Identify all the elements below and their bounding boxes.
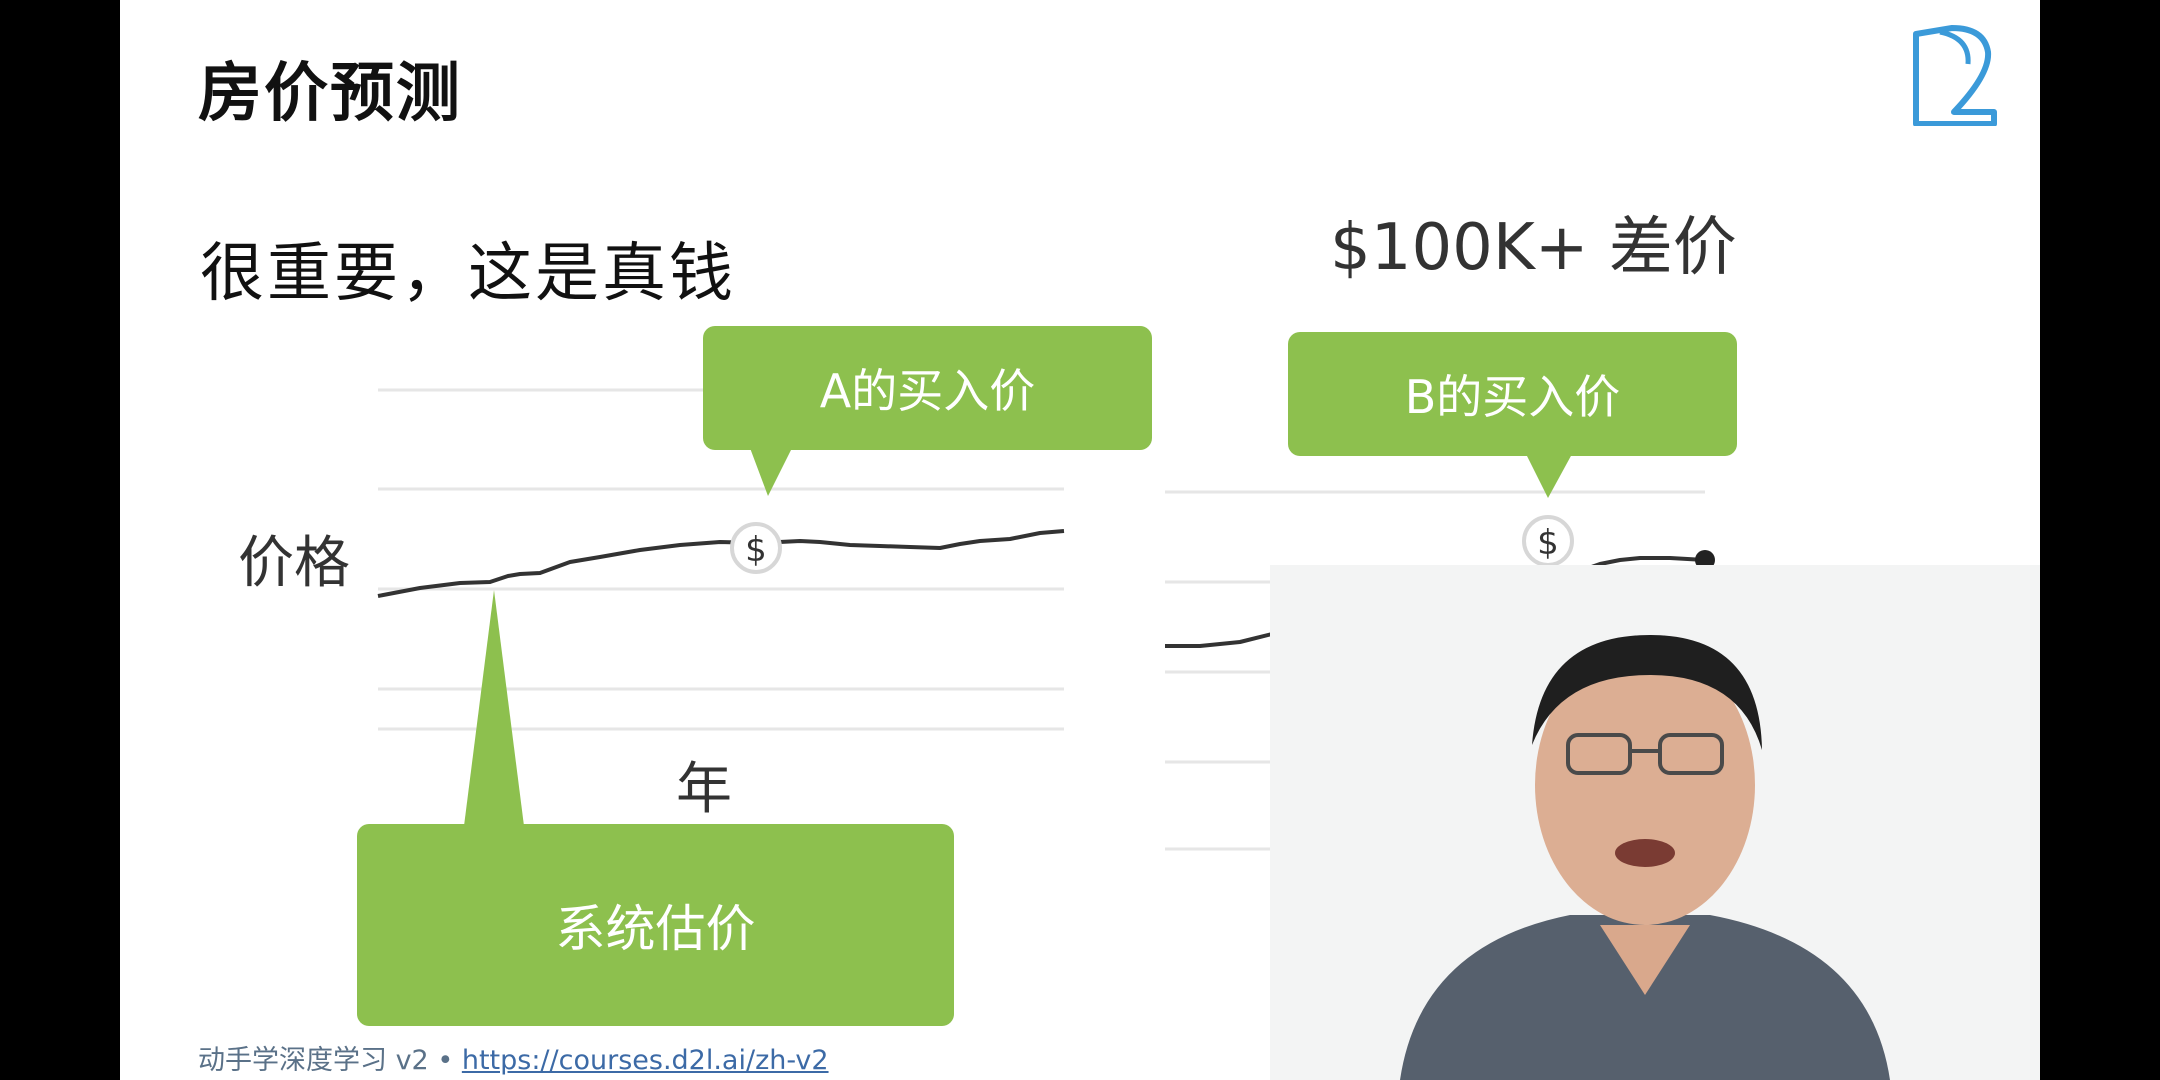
presenter-mouth	[1615, 839, 1675, 867]
svg-text:$: $	[745, 530, 767, 570]
callout-a-purchase-price: A的买入价	[703, 326, 1152, 450]
callout-system-estimate: 系统估价	[357, 824, 954, 1026]
callout-system-tail	[464, 590, 524, 826]
footer-course: 动手学深度学习 v2	[198, 1045, 429, 1076]
svg-text:$: $	[1537, 523, 1559, 563]
page-title: 房价预测	[198, 57, 462, 131]
footer-separator: •	[428, 1045, 462, 1076]
left-price-line	[377, 529, 1065, 598]
presenter-video	[1270, 565, 2040, 1080]
dollar-marker-icon-b: $	[1522, 515, 1574, 567]
slide: 房价预测 很重要，这是真钱 $100K+ 差价 $ $ 价格 年 A的买入价 B…	[120, 0, 2040, 1080]
y-axis-label: 价格	[238, 531, 350, 596]
dollar-marker-icon-a: $	[730, 522, 782, 574]
subtitle: 很重要，这是真钱	[200, 237, 736, 311]
x-axis-label: 年	[676, 757, 732, 822]
price-difference-label: $100K+ 差价	[1330, 211, 1737, 285]
footer: 动手学深度学习 v2 • https://courses.d2l.ai/zh-v…	[198, 1038, 829, 1077]
d2l-logo-icon	[1913, 25, 1997, 126]
callout-b-tail	[1526, 454, 1572, 498]
callout-b-purchase-price: B的买入价	[1288, 332, 1737, 456]
callout-a-tail	[750, 448, 792, 496]
footer-course-link[interactable]: https://courses.d2l.ai/zh-v2	[462, 1045, 829, 1076]
